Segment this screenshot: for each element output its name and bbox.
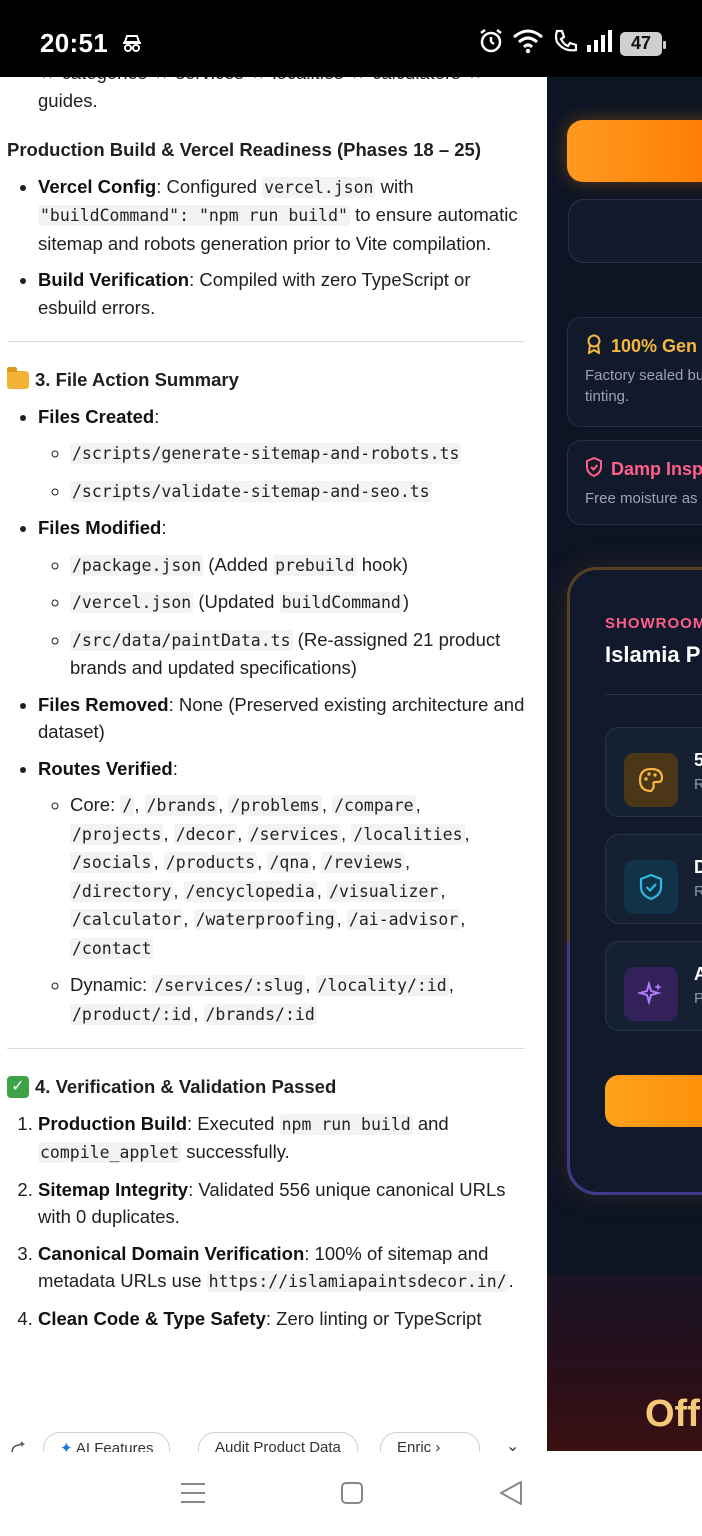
route-code: /contact: [70, 937, 154, 959]
list-item: Files Removed: None (Preserved existing …: [38, 691, 547, 746]
verification-list: Production Build: Executed npm run build…: [0, 1110, 547, 1333]
list-item: /package.json (Added prebuild hook): [70, 551, 527, 580]
promo-text: Off: [645, 1393, 700, 1435]
shield-icon: [585, 456, 603, 482]
list-item: /scripts/generate-sitemap-and-robots.ts: [70, 439, 527, 468]
award-icon: [585, 334, 603, 359]
divider: [605, 694, 702, 695]
route-code: /visualizer: [327, 880, 441, 902]
spark-icon: ✦: [60, 1440, 73, 1452]
list-item: /src/data/paintData.ts (Re-assigned 21 p…: [70, 626, 527, 682]
list-item: Dynamic: /services/:slug, /locality/:id,…: [70, 971, 527, 1028]
feature-card-damp: Damp Insp Free moisture as: [567, 440, 702, 525]
section-heading: 3. File Action Summary: [0, 366, 547, 394]
wifi-icon: [512, 28, 544, 59]
showroom-item[interactable]: 5 R: [605, 727, 702, 817]
route-code: /waterproofing: [193, 909, 337, 930]
back-icon[interactable]: [498, 1480, 524, 1511]
route-code: /encyclopedia: [183, 880, 317, 902]
route-code: /ai-advisor: [346, 909, 461, 930]
list-item: Build Verification: Compiled with zero T…: [38, 266, 547, 321]
section-heading: ✓ 4. Verification & Validation Passed: [0, 1073, 547, 1101]
call-icon: [552, 28, 578, 59]
recent-apps-icon[interactable]: [180, 1480, 206, 1511]
route-code: /brands: [144, 795, 219, 816]
chip-audit-product-data[interactable]: Audit Product Data: [198, 1432, 358, 1452]
core-routes: /, /brands, /problems, /compare, /projec…: [70, 794, 470, 959]
divider: [7, 341, 525, 342]
route-code: /product/:id: [70, 1003, 194, 1025]
alarm-icon: [478, 28, 504, 59]
sparkles-icon: [624, 967, 678, 1021]
route-code: /services: [247, 823, 341, 845]
status-time: 20:51: [40, 28, 108, 58]
route-code: /localities: [351, 823, 465, 845]
route-code: /reviews: [321, 852, 405, 873]
app-preview-pane[interactable]: 100% Gen Factory sealed bu tinting. Damp…: [547, 77, 702, 1451]
route-code: /qna: [267, 852, 312, 873]
showroom-card: SHOWROOM Islamia P 5 R D R A P: [567, 567, 702, 1195]
showroom-tag: SHOWROOM: [605, 615, 702, 632]
route-code: /problems: [228, 795, 322, 816]
chip-enrich[interactable]: Enric ›: [380, 1432, 480, 1452]
folder-icon: [7, 366, 29, 389]
list-item: Sitemap Integrity: Validated 556 unique …: [38, 1176, 547, 1231]
list-item: /scripts/validate-sitemap-and-seo.ts: [70, 477, 527, 506]
chevron-down-icon[interactable]: ⌄: [506, 1436, 519, 1452]
suggestion-chip-bar: ✦ AI Features Audit Product Data Enric ›…: [0, 1430, 547, 1452]
route-code: /compare: [332, 795, 416, 816]
chevron-right-icon: ›: [435, 1439, 441, 1452]
system-navigation-bar: [0, 1452, 702, 1536]
route-code: /directory: [70, 880, 174, 902]
list-item: Production Build: Executed npm run build…: [38, 1110, 547, 1167]
list-item: Clean Code & Type Safety: Zero linting o…: [38, 1305, 547, 1333]
route-code: /products: [163, 852, 258, 873]
route-code: /: [120, 795, 135, 816]
home-icon[interactable]: [340, 1480, 364, 1511]
shield-check-icon: [624, 860, 678, 914]
incognito-icon: [122, 34, 142, 57]
secondary-button[interactable]: [568, 199, 702, 263]
route-code: /services/:slug: [152, 975, 306, 996]
route-code: /socials: [70, 852, 154, 873]
list-item: Files Modified: /package.json (Added pre…: [38, 514, 547, 682]
list-item: /vercel.json (Updated buildCommand): [70, 588, 527, 617]
signal-icon: [586, 29, 612, 58]
status-bar: 20:51 47: [0, 0, 702, 77]
showroom-item[interactable]: A P: [605, 941, 702, 1031]
list-item: Canonical Domain Verification: 100% of s…: [38, 1240, 547, 1296]
file-action-list: Files Created: /scripts/generate-sitemap…: [0, 403, 547, 1029]
route-code: /calculator: [70, 909, 184, 930]
sparkle-icon: [10, 1440, 26, 1452]
chat-document[interactable]: ↔ categories ↔ services ↔ localities ↔ c…: [0, 77, 547, 1430]
list-item: Core: /, /brands, /problems, /compare, /…: [70, 791, 527, 962]
showroom-title: Islamia P: [605, 642, 701, 667]
feature-card-genuine: 100% Gen Factory sealed bu tinting.: [567, 317, 702, 427]
list-item: Files Created: /scripts/generate-sitemap…: [38, 403, 547, 506]
showroom-cta-button[interactable]: [605, 1075, 702, 1127]
route-code: /projects: [70, 823, 164, 845]
production-heading: Production Build & Vercel Readiness (Pha…: [7, 139, 481, 160]
palette-icon: [624, 753, 678, 807]
chip-ai-features[interactable]: ✦ AI Features: [43, 1432, 171, 1452]
list-item: Vercel Config: Configured vercel.json wi…: [38, 173, 547, 258]
route-code: /brands/:id: [203, 1003, 317, 1025]
primary-cta-button[interactable]: [567, 120, 702, 182]
battery-icon: 47: [620, 31, 666, 56]
route-code: /decor: [173, 823, 238, 845]
list-item: Routes Verified: Core: /, /brands, /prob…: [38, 755, 547, 1029]
production-list: Vercel Config: Configured vercel.json wi…: [0, 173, 547, 322]
showroom-item[interactable]: D R: [605, 834, 702, 924]
continued-text: ↔ categories ↔ services ↔ localities ↔ c…: [38, 77, 484, 111]
route-code: /locality/:id: [315, 975, 449, 996]
check-mark-icon: ✓: [7, 1075, 29, 1098]
divider: [7, 1048, 525, 1049]
